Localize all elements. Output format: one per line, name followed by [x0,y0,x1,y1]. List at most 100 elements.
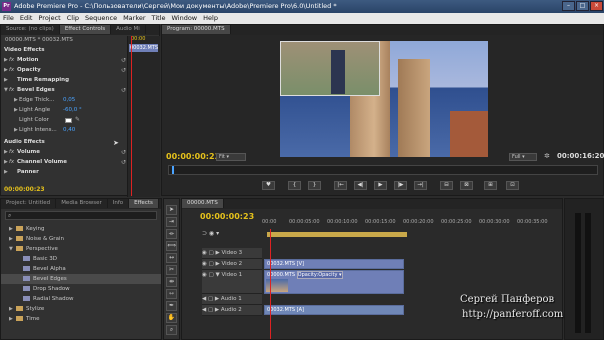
tree-item-noise-grain[interactable]: ▶ Noise & Grain [1,234,161,244]
tree-item-bevel-edges[interactable]: Bevel Edges [1,274,161,284]
go-to-out-button[interactable]: →| [414,181,427,190]
slide-tool-icon[interactable]: ⇿ [166,289,177,299]
snap-icon[interactable]: ⊃ ◉ ▾ [202,230,219,237]
go-to-in-button[interactable]: |← [334,181,347,190]
tree-item-keying[interactable]: ▶ Keying [1,224,161,234]
maximize-button[interactable]: □ [576,1,589,11]
rolling-edit-tool-icon[interactable]: ⟺ [166,241,177,251]
play-button[interactable]: ▶ [374,181,387,190]
tab-effect-controls[interactable]: Effect Controls [59,25,112,34]
effect-icon [23,276,30,281]
menu-clip[interactable]: Clip [64,13,82,24]
tree-item-radial-shadow[interactable]: Radial Shadow [1,294,161,304]
hand-tool-icon[interactable]: ✋ [166,313,177,323]
tab-program[interactable]: Program: 00000.MTS [162,25,231,34]
effect-row-channel-volume[interactable]: ▶fx Channel Volume ↺ [4,158,126,167]
tab-effects[interactable]: Effects [129,199,159,208]
minimize-button[interactable]: – [562,1,575,11]
tree-item-stylize[interactable]: ▶ Stylize [1,304,161,314]
track-header-video-1[interactable]: ◉ ▢ ▼ Video 1 [202,270,262,294]
light-color-swatch[interactable] [65,118,72,123]
rate-stretch-tool-icon[interactable]: ↔ [166,253,177,263]
tree-item-bevel-alpha[interactable]: Bevel Alpha [1,264,161,274]
tab-info[interactable]: Info [108,199,130,208]
quality-dropdown[interactable]: Full ▾ [509,153,537,161]
razor-tool-icon[interactable]: ✂ [166,265,177,275]
program-current-time[interactable]: 00:00:00:23 [166,152,220,161]
track-header-audio-1[interactable]: ◀ ▢ ▶ Audio 1 [202,294,262,305]
effects-search-input[interactable]: ⌕ [5,211,157,220]
reset-icon[interactable]: ↺ [121,148,126,157]
tab-media-browser[interactable]: Media Browser [56,199,108,208]
lift-button[interactable]: ⊟ [440,181,453,190]
track-header-video-2[interactable]: ◉ ▢ ▶ Video 2 [202,259,262,270]
extract-button[interactable]: ⊠ [460,181,473,190]
menu-title[interactable]: Title [149,13,169,24]
menu-help[interactable]: Help [200,13,221,24]
reset-icon[interactable]: ↺ [121,66,126,75]
timeline-ruler[interactable]: 00:00 00:00:05:00 00:00:10:00 00:00:15:0… [262,219,562,229]
tree-item-perspective[interactable]: ▼ Perspective [1,244,161,254]
keyframe-playhead[interactable] [131,36,132,196]
effect-controls-timecode[interactable]: 00:00:00:23 [4,186,45,193]
timeline-clip-v2[interactable]: 00032.MTS [V] [264,259,404,269]
param-light-angle-value[interactable]: -60,0 ° [63,106,82,115]
menu-edit[interactable]: Edit [17,13,36,24]
speaker-icon[interactable]: ◀ ▢ ▶ [202,296,221,302]
fit-dropdown[interactable]: Fit ▾ [216,153,246,161]
menu-sequence[interactable]: Sequence [82,13,120,24]
menu-window[interactable]: Window [168,13,200,24]
speaker-icon[interactable]: ◀ ▢ ▶ [202,307,221,313]
effect-row-time-remapping[interactable]: ▶ Time Remapping [4,76,126,85]
mark-out-button[interactable]: } [308,181,321,190]
eyedropper-icon[interactable]: ✎ [75,116,80,123]
trim-button[interactable]: ⊡ [506,181,519,190]
mark-in-button[interactable]: { [288,181,301,190]
ripple-edit-tool-icon[interactable]: ⟛ [166,229,177,239]
selection-tool-icon[interactable]: ➤ [166,205,177,215]
program-time-ruler[interactable] [168,165,598,175]
effect-list: Video Effects ▶fx Motion ↺ ▶fx Opacity ↺ ▶ Ti… [1,45,126,205]
tree-item-basic-3d[interactable]: Basic 3D [1,254,161,264]
add-marker-button[interactable]: ♥ [262,181,275,190]
wrench-icon[interactable]: ✲ [544,152,550,160]
eye-icon[interactable]: ◉ ▢ ▶ [202,261,221,267]
param-light-intensity-value[interactable]: 0,40 [63,126,75,135]
timeline-current-time[interactable]: 00:00:00:23 [200,212,254,221]
pen-tool-icon[interactable]: ✒ [166,301,177,311]
effects-tree: ▶ Keying ▶ Noise & Grain ▼ Perspective Basi… [1,224,161,340]
program-playhead[interactable] [172,166,174,174]
tab-project[interactable]: Project: Untitled [1,199,57,208]
eye-icon[interactable]: ◉ ▢ ▶ [202,250,221,256]
menu-project[interactable]: Project [35,13,63,24]
param-edge-thickness-value[interactable]: 0,05 [63,96,75,105]
work-area-bar[interactable] [267,232,407,237]
menu-file[interactable]: File [0,13,17,24]
effect-row-volume[interactable]: ▶fx Volume ↺ [4,148,126,157]
tab-source[interactable]: Source: (no clips) [1,25,60,34]
effect-row-panner[interactable]: ▶ Panner [4,168,126,177]
reset-icon[interactable]: ↺ [121,86,126,95]
reset-icon[interactable]: ↺ [121,158,126,167]
export-frame-button[interactable]: ⊞ [484,181,497,190]
timeline-clip-a2[interactable]: 00032.MTS [A] [264,305,404,315]
slip-tool-icon[interactable]: ⇹ [166,277,177,287]
menu-marker[interactable]: Marker [120,13,148,24]
track-select-tool-icon[interactable]: ⇥ [166,217,177,227]
effect-row-opacity[interactable]: ▶fx Opacity ↺ [4,66,126,75]
effect-row-bevel-edges[interactable]: ▼fx Bevel Edges ↺ [4,86,126,95]
track-header-audio-2[interactable]: ◀ ▢ ▶ Audio 2 [202,305,262,316]
effect-row-motion[interactable]: ▶fx Motion ↺ [4,56,126,65]
step-back-button[interactable]: ◀| [354,181,367,190]
step-forward-button[interactable]: |▶ [394,181,407,190]
reset-icon[interactable]: ↺ [121,56,126,65]
tab-timeline-sequence[interactable]: 00000.MTS [182,199,224,208]
zoom-tool-icon[interactable]: ⌕ [166,325,177,335]
tree-item-drop-shadow[interactable]: Drop Shadow [1,284,161,294]
eye-icon[interactable]: ◉ ▢ ▼ [202,272,221,278]
close-button[interactable]: × [590,1,603,11]
tab-audio-mixer[interactable]: Audio Mi [111,25,146,34]
timeline-playhead[interactable] [270,229,271,339]
tree-item-time[interactable]: ▶ Time [1,314,161,324]
track-header-video-3[interactable]: ◉ ▢ ▶ Video 3 [202,248,262,259]
